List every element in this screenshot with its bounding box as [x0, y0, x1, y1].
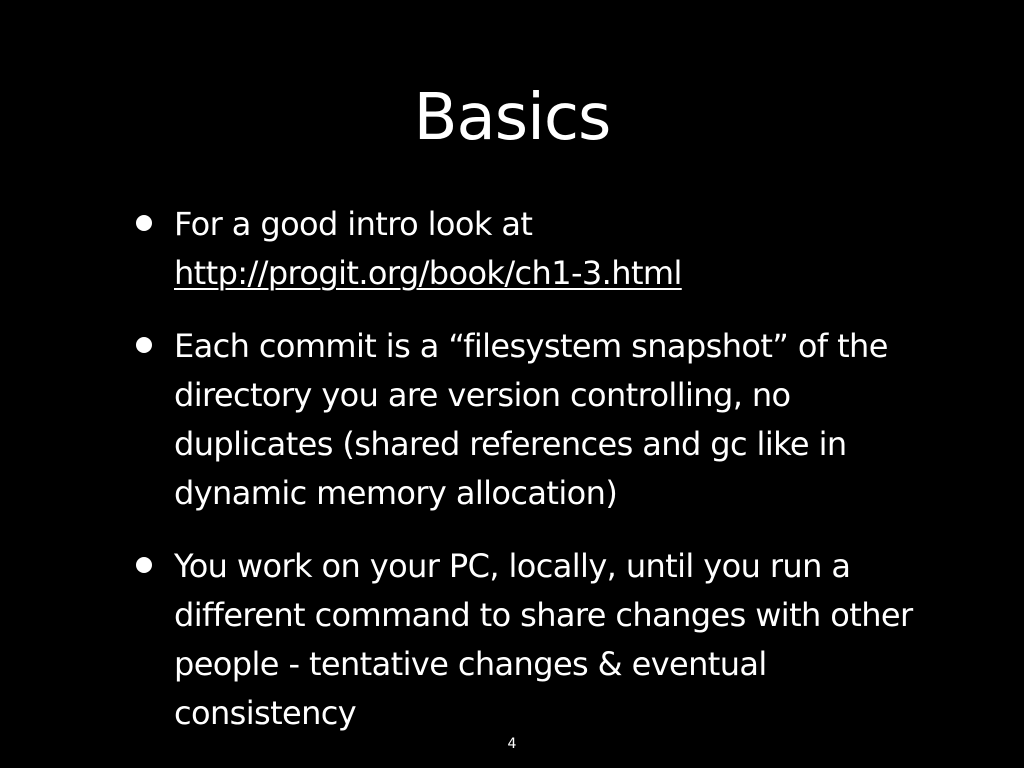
bullet-item-intro: For a good intro look at http://progit.o…: [130, 200, 920, 298]
bullet-text: For a good intro look at: [174, 205, 533, 243]
slide: Basics For a good intro look at http://p…: [0, 0, 1024, 768]
bullet-text: You work on your PC, locally, until you …: [174, 547, 913, 732]
bullet-list: For a good intro look at http://progit.o…: [130, 200, 920, 738]
bullet-dot-icon: [136, 557, 152, 573]
bullet-item-commit: Each commit is a “filesystem snapshot” o…: [130, 322, 920, 518]
bullet-dot-icon: [136, 215, 152, 231]
progit-link[interactable]: http://progit.org/book/ch1-3.html: [174, 254, 682, 292]
bullet-dot-icon: [136, 337, 152, 353]
bullet-item-local-work: You work on your PC, locally, until you …: [130, 542, 920, 738]
page-number: 4: [507, 736, 517, 752]
slide-title: Basics: [413, 81, 612, 155]
bullet-text: Each commit is a “filesystem snapshot” o…: [174, 327, 888, 512]
